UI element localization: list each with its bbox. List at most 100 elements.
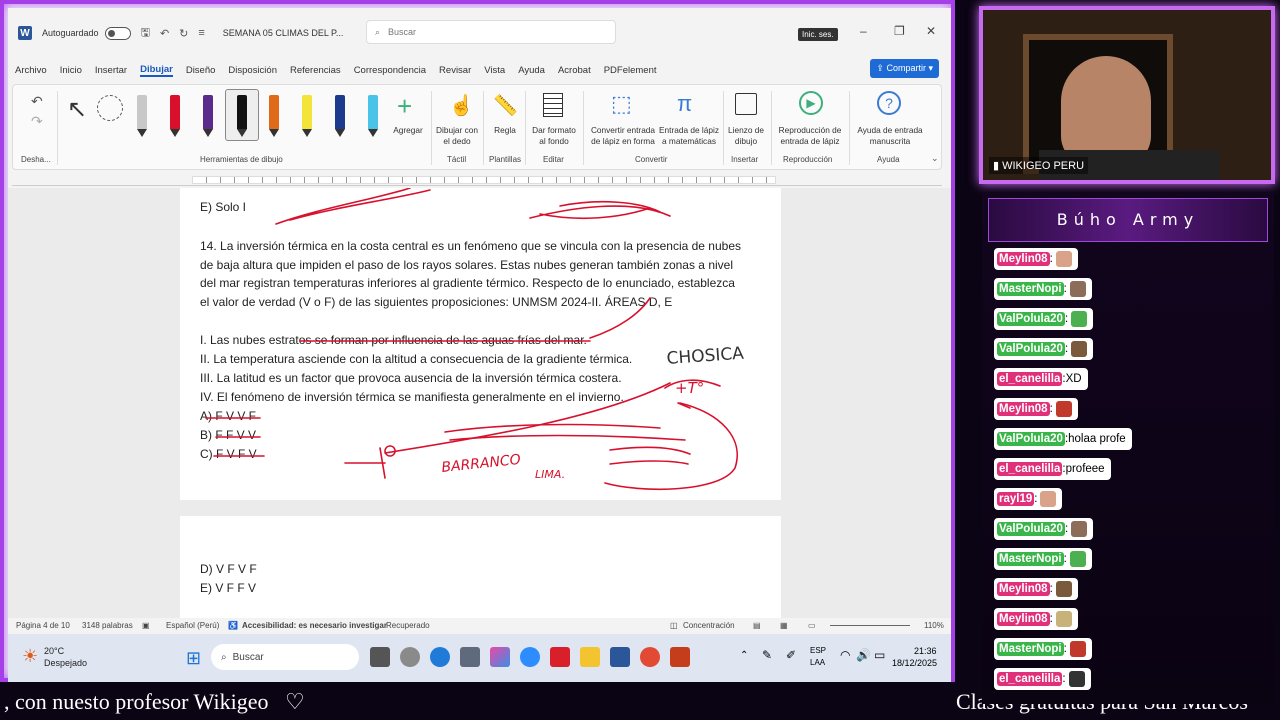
close-icon[interactable]: ✕ <box>926 24 936 38</box>
ink-replay-icon[interactable]: ▶ <box>799 91 823 115</box>
read-mode-icon[interactable]: ▤ <box>753 621 761 630</box>
document-page[interactable]: E) Solo I 14. La inversión térmica en la… <box>180 188 781 500</box>
tab-correspondencia[interactable]: Correspondencia <box>354 65 426 76</box>
draw-finger-label[interactable]: Dibujar con el dedo <box>433 125 481 147</box>
document-page-next[interactable]: D) V F V F E) V F F V <box>180 516 781 618</box>
tab-dibujar[interactable]: Dibujar <box>140 64 173 77</box>
tray-pen-icon[interactable]: ✎ <box>762 648 772 662</box>
tab-vista[interactable]: Vista <box>484 65 505 76</box>
collapse-ribbon-icon[interactable]: ⌄ <box>931 153 939 164</box>
autosave-toggle[interactable] <box>104 26 131 40</box>
pen-purple-icon[interactable] <box>203 95 213 137</box>
taskbar-search[interactable]: ⌕ Buscar <box>211 644 359 670</box>
select-cursor-icon[interactable]: ↖ <box>67 95 87 124</box>
minimize-icon[interactable]: – <box>860 24 867 38</box>
ruler-icon[interactable]: 📏 <box>493 93 518 118</box>
search-box[interactable]: ⌕ Buscar <box>366 20 616 44</box>
weather-icon[interactable]: ☀ <box>22 646 38 667</box>
add-pen-label[interactable]: Agregar <box>387 125 429 136</box>
copilot-icon[interactable] <box>490 647 510 667</box>
document-canvas[interactable]: E) Solo I 14. La inversión térmica en la… <box>8 188 951 618</box>
zoom-app-icon[interactable] <box>520 647 540 667</box>
tab-diseno[interactable]: Diseño <box>186 65 216 76</box>
tab-acrobat[interactable]: Acrobat <box>558 65 591 76</box>
option-d: D) V F V F <box>200 562 257 576</box>
redo-icon[interactable]: ↷ <box>31 113 43 130</box>
share-button[interactable]: ⇪ Compartir ▾ <box>870 59 939 78</box>
proofing-icon[interactable]: ▣ <box>142 621 150 630</box>
document-name[interactable]: SEMANA 05 CLIMAS DEL P... <box>223 28 344 38</box>
customize-icon[interactable]: ≡ <box>198 27 204 39</box>
tray-chevron-icon[interactable]: ⌃ <box>740 650 748 661</box>
finger-draw-icon[interactable]: ☝ <box>449 93 474 118</box>
undo-icon[interactable]: ↶ <box>31 93 43 110</box>
chat-username: Meylin08 <box>997 402 1050 416</box>
task-view-icon[interactable] <box>370 647 390 667</box>
tab-disposicion[interactable]: Disposición <box>228 65 277 76</box>
pen-orange-icon[interactable] <box>269 95 279 137</box>
lasso-icon[interactable] <box>97 95 123 121</box>
tab-referencias[interactable]: Referencias <box>290 65 341 76</box>
drawing-canvas-icon[interactable] <box>735 93 757 115</box>
add-pen-icon[interactable]: + <box>397 91 412 122</box>
redo-icon[interactable]: ↻ <box>179 27 188 40</box>
input-language-bottom[interactable]: LAA <box>810 658 825 667</box>
signin-button[interactable]: Inic. ses. <box>798 28 838 41</box>
drawing-canvas-label[interactable]: Lienzo de dibujo <box>725 125 767 147</box>
input-language-top[interactable]: ESP <box>810 646 826 655</box>
ink-help-icon[interactable]: ? <box>877 91 901 115</box>
web-layout-icon[interactable]: ▭ <box>808 621 816 630</box>
wifi-icon[interactable]: ◠ <box>840 648 850 662</box>
word-taskbar-icon[interactable] <box>610 647 630 667</box>
tab-revisar[interactable]: Revisar <box>439 65 471 76</box>
tab-pdfelement[interactable]: PDFelement <box>604 65 657 76</box>
zoom-level[interactable]: 110% <box>924 621 944 630</box>
language-status[interactable]: Español (Perú) <box>166 621 219 630</box>
horizontal-ruler[interactable] <box>12 174 942 186</box>
format-background-label[interactable]: Dar formato al fondo <box>529 125 579 147</box>
tab-ayuda[interactable]: Ayuda <box>518 65 545 76</box>
ink-to-math-label[interactable]: Entrada de lápiz a matemáticas <box>659 125 719 147</box>
webcam-name-label: WIKIGEO PERU <box>1002 160 1085 172</box>
save-icon[interactable]: 🖫 <box>141 24 150 43</box>
ink-help-label[interactable]: Ayuda de entrada manuscrita <box>851 125 929 147</box>
highlighter-cyan-icon[interactable] <box>368 95 378 137</box>
start-icon[interactable]: ⊞ <box>186 648 201 669</box>
ink-replay-label[interactable]: Reproducción de entrada de lápiz <box>773 125 847 147</box>
tab-insertar[interactable]: Insertar <box>95 65 127 76</box>
page-count[interactable]: Página 4 de 10 <box>16 621 70 630</box>
eraser-icon[interactable] <box>137 95 147 137</box>
clock-date[interactable]: 18/12/2025 <box>892 658 937 668</box>
ruler-label[interactable]: Regla <box>485 125 525 136</box>
undo-icon[interactable]: ↶ <box>160 27 169 40</box>
ink-to-math-icon[interactable]: π <box>677 91 692 117</box>
tray-draw-icon[interactable]: ✐ <box>786 648 796 662</box>
ink-to-shape-icon[interactable]: ⬚ <box>611 91 632 117</box>
edge-icon[interactable] <box>430 647 450 667</box>
clock-time[interactable]: 21:36 <box>914 646 937 656</box>
app-icon[interactable] <box>400 647 420 667</box>
focus-mode[interactable]: Concentración <box>683 621 735 630</box>
chrome-icon[interactable] <box>640 647 660 667</box>
print-layout-icon[interactable]: ▦ <box>780 621 788 630</box>
restore-icon[interactable]: ❐ <box>894 24 905 38</box>
zoom-slider[interactable] <box>830 625 910 626</box>
calculator-icon[interactable] <box>460 647 480 667</box>
pen-black-icon[interactable] <box>237 95 247 137</box>
highlighter-yellow-icon[interactable] <box>302 95 312 137</box>
ink-minus-t <box>344 445 396 479</box>
ink-to-shape-label[interactable]: Convertir entrada de lápiz en forma <box>587 125 659 147</box>
pen-blue-icon[interactable] <box>335 95 345 137</box>
tab-inicio[interactable]: Inicio <box>60 65 82 76</box>
file-explorer-icon[interactable] <box>580 647 600 667</box>
volume-icon[interactable]: 🔊 <box>856 648 871 662</box>
battery-icon[interactable]: ▭ <box>874 648 885 662</box>
tab-archivo[interactable]: Archivo <box>15 65 47 76</box>
acrobat-icon[interactable] <box>550 647 570 667</box>
format-background-icon[interactable] <box>543 93 563 117</box>
accessibility-status[interactable]: Accesibilidad: es necesario investigar <box>242 621 387 630</box>
word-count[interactable]: 3148 palabras <box>82 621 133 630</box>
powerpoint-icon[interactable] <box>670 647 690 667</box>
pen-red-icon[interactable] <box>170 95 180 137</box>
emote-icon <box>1055 401 1072 417</box>
